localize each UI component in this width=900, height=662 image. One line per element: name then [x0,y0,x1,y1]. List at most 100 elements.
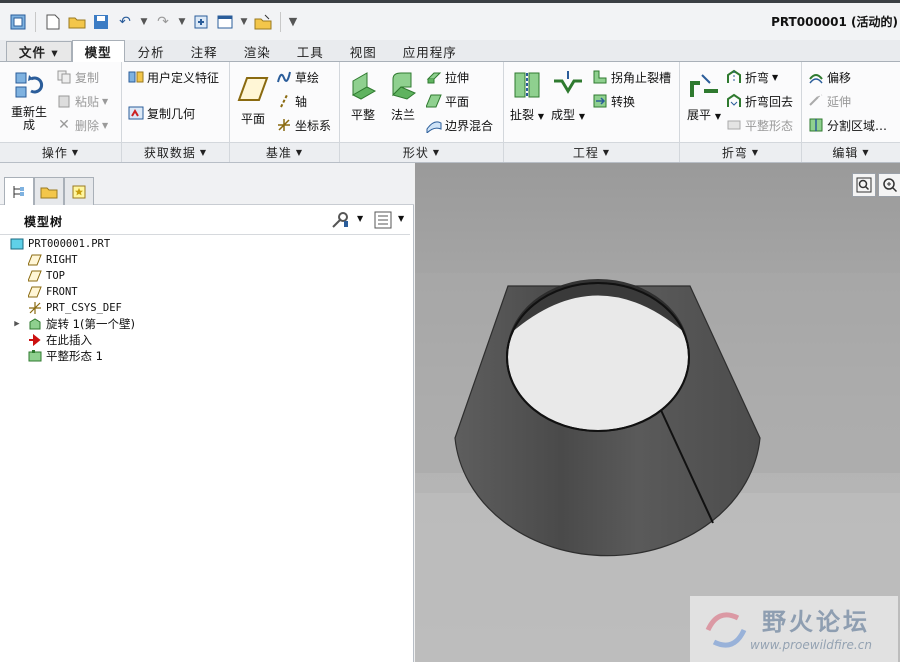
boundary-blend-button[interactable]: 边界混合 [426,114,493,136]
graphics-viewport[interactable]: 野火论坛 www.proewildfire.cn [415,163,900,662]
udf-button[interactable]: 用户定义特征 [128,66,219,88]
extend-button[interactable]: 延伸 [808,90,851,112]
group-label-bends[interactable]: 折弯 ▼ [680,142,801,162]
model-tree-tab[interactable] [4,177,34,205]
tree-item-csys[interactable]: PRT_CSYS_DEF [28,300,122,316]
extend-label: 延伸 [827,94,852,109]
sketch-icon [276,69,292,85]
show-options-icon[interactable] [374,211,392,232]
tree-item-part[interactable]: PRT000001.PRT [10,236,110,252]
group-label-datum[interactable]: 基准 ▼ [230,142,339,162]
boundary-blend-icon [426,117,442,133]
split-area-button[interactable]: 分割区域… [808,114,887,136]
tree-item-flat-pattern[interactable]: 平整形态 1 [28,348,103,364]
undo-icon[interactable]: ↶ [115,12,135,32]
flange-button[interactable]: 法兰 [386,68,420,123]
app-logo-icon[interactable] [8,12,28,32]
tab-applications[interactable]: 应用程序 [390,41,470,61]
csys-icon [276,117,292,133]
tree-item-front[interactable]: FRONT [28,284,78,300]
customize-toolbar-icon[interactable]: ▼ [288,15,298,28]
bend-back-icon [726,93,742,109]
zoom-in-button[interactable] [878,173,900,197]
tab-file[interactable]: 文件 ▾ [6,41,72,61]
tree-settings-dropdown-icon[interactable]: ▼ [357,214,363,223]
planar-button[interactable]: 平面 [426,90,469,112]
new-file-icon[interactable] [43,12,63,32]
group-label-editing[interactable]: 编辑 ▼ [802,142,900,162]
extrude-button[interactable]: 拉伸 [426,66,469,88]
datum-plane-icon [28,285,42,299]
folder-browser-tab[interactable] [34,177,64,205]
redo-icon[interactable]: ↷ [153,12,173,32]
tree-item-right[interactable]: RIGHT [28,252,78,268]
close-window-icon[interactable] [253,12,273,32]
sketch-button[interactable]: 草绘 [276,66,319,88]
csys-button[interactable]: 坐标系 [276,114,331,136]
revolve-wall-icon [28,317,42,331]
tab-model[interactable]: 模型 [71,40,125,62]
tree-item-revolve[interactable]: ▶ 旋转 1(第一个壁) [10,316,135,332]
unbend-button[interactable]: 展平 ▼ [684,68,724,123]
axis-button[interactable]: 轴 [276,90,307,112]
planar-label: 平面 [445,94,470,109]
group-label-operations[interactable]: 操作 ▼ [0,142,121,162]
offset-button[interactable]: 偏移 [808,66,851,88]
regenerate-button[interactable]: 重新生成 [8,68,50,132]
zoom-in-icon [883,178,898,193]
windows-dropdown-icon[interactable]: ▼ [239,17,249,27]
copy-geometry-icon [128,105,144,121]
bend-back-button[interactable]: 折弯回去 [726,90,793,112]
tab-annotate[interactable]: 注释 [178,41,231,61]
copy-geometry-button[interactable]: 复制几何 [128,102,195,124]
axis-icon [276,93,292,109]
form-button[interactable]: 成型 ▼ [548,68,588,123]
udf-icon [128,69,144,85]
tab-render[interactable]: 渲染 [231,41,284,61]
rip-button[interactable]: 扯裂 ▼ [508,68,546,123]
flat-pattern-button[interactable]: 平整形态 [726,114,793,136]
windows-icon[interactable] [215,12,235,32]
expand-arrow-icon[interactable]: ▶ [10,317,24,331]
paste-button[interactable]: 粘贴 ▼ [56,90,108,112]
extrude-label: 拉伸 [445,70,470,85]
boundary-blend-label: 边界混合 [445,118,494,133]
copy-button[interactable]: 复制 [56,66,99,88]
regenerate-label: 重新生成 [10,105,47,132]
tree-settings-icon[interactable] [330,211,350,232]
convert-button[interactable]: 转换 [592,90,635,112]
tab-view[interactable]: 视图 [337,41,390,61]
window-title: PRT000001 (活动的) [771,15,898,29]
sketch-label: 草绘 [295,70,320,85]
planar-icon [426,93,442,109]
delete-button[interactable]: ✕ 删除 ▼ [56,114,108,136]
show-options-dropdown-icon[interactable]: ▼ [398,214,404,223]
tab-tools[interactable]: 工具 [284,41,337,61]
folder-browser-icon [40,187,58,198]
bend-button[interactable]: 折弯 ▼ [726,66,778,88]
open-folder-icon[interactable] [67,12,87,32]
split-area-icon [808,117,824,133]
redo-dropdown-icon[interactable]: ▼ [177,17,187,27]
group-label-get-data[interactable]: 获取数据 ▼ [122,142,229,162]
flat-wall-label: 平整 [350,108,375,122]
datum-plane-button[interactable]: 平面 [234,72,272,127]
group-label-shapes[interactable]: 形状 ▼ [340,142,503,162]
corner-relief-button[interactable]: 拐角止裂槽 [592,66,671,88]
split-area-label: 分割区域… [827,118,888,133]
regenerate-quick-icon[interactable] [191,12,211,32]
group-label-engineering[interactable]: 工程 ▼ [504,142,679,162]
part-icon [10,237,24,251]
refit-view-button[interactable] [852,173,876,197]
delete-icon: ✕ [58,117,70,133]
watermark: 野火论坛 www.proewildfire.cn [690,596,898,662]
save-icon[interactable] [91,12,111,32]
tab-analysis[interactable]: 分析 [125,41,178,61]
bend-back-label: 折弯回去 [745,94,794,109]
undo-dropdown-icon[interactable]: ▼ [139,17,149,27]
model-tree-header: 模型树 ▼ ▼ [0,205,410,235]
tree-item-insert-here[interactable]: 在此插入 [28,332,92,348]
tree-item-top[interactable]: TOP [28,268,65,284]
favorites-tab[interactable] [64,177,94,205]
flat-wall-button[interactable]: 平整 [346,68,380,123]
